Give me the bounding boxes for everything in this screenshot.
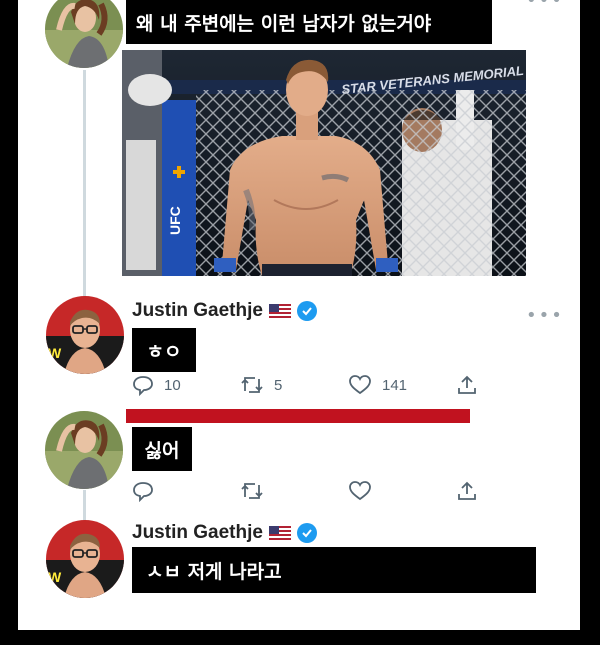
retweet-icon bbox=[241, 483, 263, 499]
retweet-button[interactable] bbox=[240, 480, 264, 502]
svg-text:W: W bbox=[48, 569, 62, 585]
tweet-thread-card: ••• 왜 내 주변에는 이런 남자가 없는거야 UFC STAR VETERA… bbox=[18, 0, 580, 630]
thread-connector bbox=[83, 490, 86, 522]
reply-icon bbox=[133, 482, 153, 502]
tweet3-caption: 싫어 bbox=[132, 427, 192, 471]
us-flag-icon bbox=[268, 526, 291, 540]
redaction-bar bbox=[126, 409, 470, 423]
reply-icon bbox=[133, 376, 153, 396]
us-flag-icon bbox=[268, 304, 291, 318]
fighter-photo[interactable]: UFC STAR VETERANS MEMORIAL bbox=[122, 50, 526, 276]
share-button[interactable] bbox=[456, 480, 478, 502]
like-button[interactable] bbox=[348, 480, 372, 502]
justin-gaethje-avatar[interactable]: W bbox=[46, 296, 124, 374]
verified-icon bbox=[296, 523, 317, 543]
share-icon bbox=[458, 375, 476, 394]
retweet-button[interactable]: 5 bbox=[240, 374, 282, 396]
tweet2-caption: ㅎㅇ bbox=[132, 328, 196, 372]
share-button[interactable] bbox=[456, 374, 478, 396]
share-icon bbox=[458, 481, 476, 500]
tweet1-caption: 왜 내 주변에는 이런 남자가 없는거야 bbox=[126, 0, 492, 44]
tweet4-caption: ㅅㅂ 저게 나라고 bbox=[132, 547, 536, 593]
justin-gaethje-avatar[interactable]: W bbox=[46, 520, 124, 598]
like-button[interactable]: 141 bbox=[348, 374, 407, 396]
verified-icon bbox=[296, 301, 317, 321]
retweet-icon bbox=[241, 377, 263, 393]
like-icon bbox=[349, 375, 371, 395]
woman-avatar[interactable] bbox=[45, 411, 123, 489]
author-name[interactable]: Justin Gaethje bbox=[132, 522, 317, 544]
svg-text:W: W bbox=[48, 345, 62, 361]
author-name[interactable]: Justin Gaethje bbox=[132, 300, 317, 322]
svg-text:UFC: UFC bbox=[167, 206, 183, 235]
more-icon[interactable]: ••• bbox=[526, 305, 564, 326]
like-icon bbox=[349, 481, 371, 501]
reply-button[interactable] bbox=[132, 480, 154, 502]
thread-connector bbox=[83, 70, 86, 302]
woman-avatar[interactable] bbox=[45, 0, 123, 68]
more-icon[interactable]: ••• bbox=[526, 0, 564, 11]
reply-button[interactable]: 10 bbox=[132, 374, 181, 396]
